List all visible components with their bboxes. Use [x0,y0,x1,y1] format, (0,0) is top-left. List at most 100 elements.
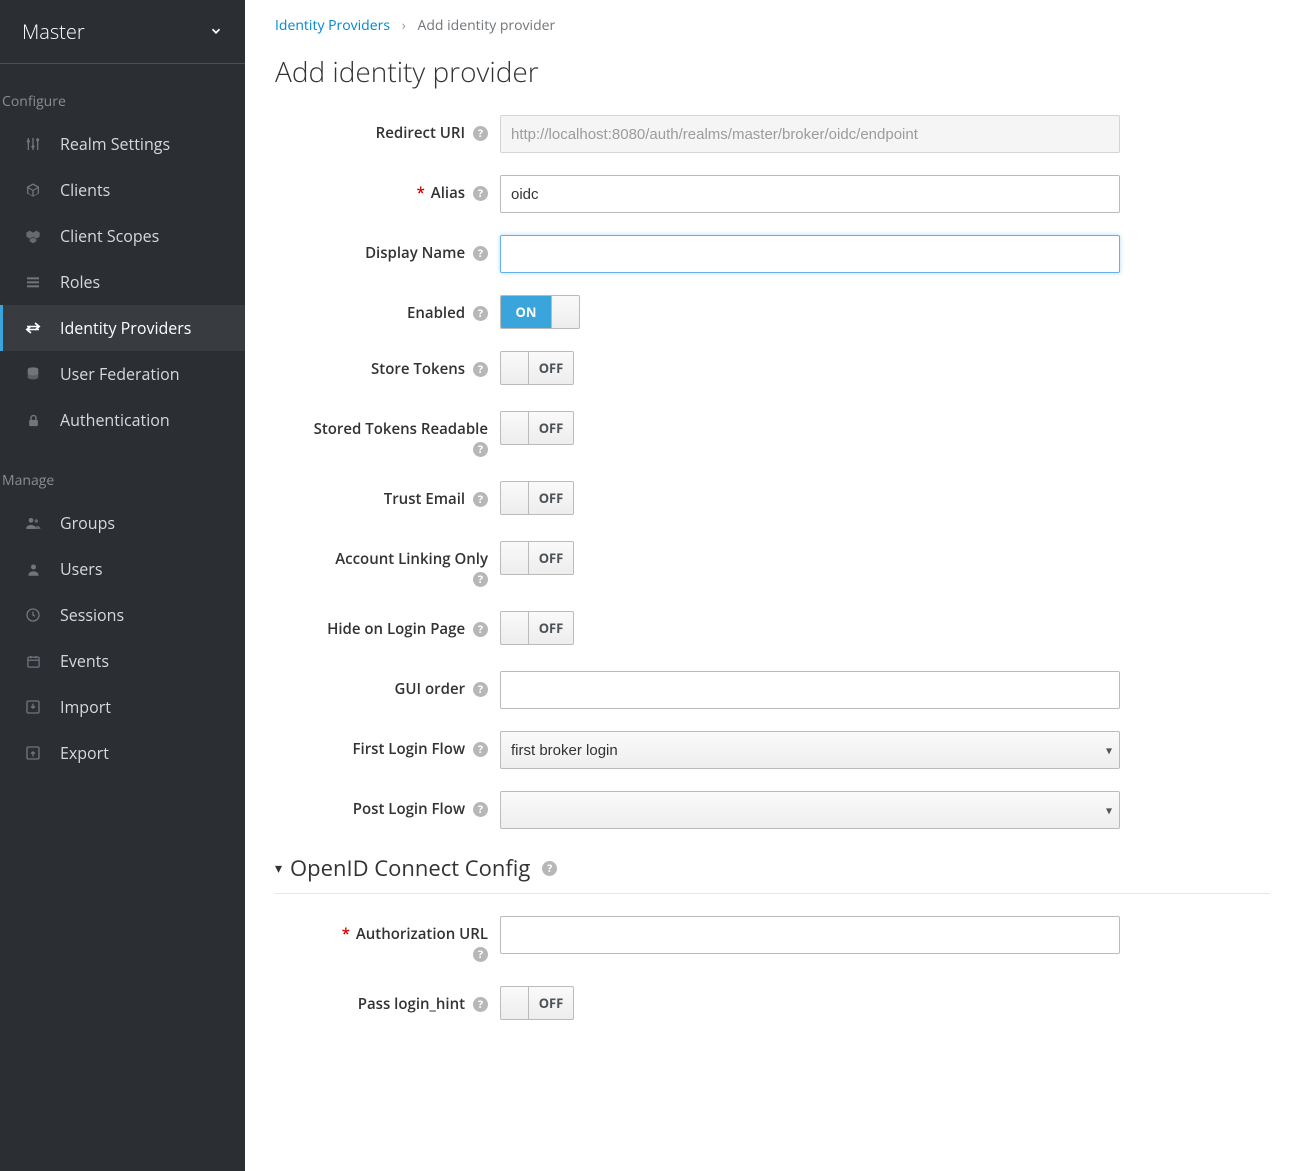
lock-icon [24,411,42,429]
realm-name: Master [22,18,85,45]
authorization-url-input[interactable] [500,916,1120,954]
redirect-uri-input[interactable] [500,115,1120,153]
required-marker: * [417,183,425,203]
sidebar-item-groups[interactable]: Groups [0,500,245,546]
sidebar: Master Configure Realm Settings Clients … [0,0,245,1171]
hide-on-login-page-label: Hide on Login Page [327,619,465,639]
sidebar-item-label: Client Scopes [60,225,159,247]
toggle-off-label: OFF [529,412,573,444]
openid-connect-config-section-toggle[interactable]: ▾ OpenID Connect Config ? [275,853,1270,894]
cubes-icon [24,227,42,245]
sidebar-item-import[interactable]: Import [0,684,245,730]
import-icon [24,698,42,716]
sidebar-item-label: Groups [60,512,115,534]
help-icon[interactable]: ? [473,492,488,507]
trust-email-label: Trust Email [384,489,465,509]
realm-selector[interactable]: Master [0,0,245,64]
sliders-icon [24,135,42,153]
first-login-flow-select[interactable]: first broker login [500,731,1120,769]
breadcrumb: Identity Providers › Add identity provid… [275,12,1270,53]
help-icon[interactable]: ? [473,246,488,261]
account-linking-only-label: Account Linking Only [275,549,488,569]
help-icon[interactable]: ? [473,186,488,201]
sidebar-section-configure: Configure [0,64,245,121]
enabled-toggle[interactable]: ON [500,295,580,329]
hide-on-login-page-toggle[interactable]: OFF [500,611,574,645]
openid-connect-config-title: OpenID Connect Config [290,853,530,883]
toggle-off-label: OFF [529,542,573,574]
stored-tokens-readable-toggle[interactable]: OFF [500,411,574,445]
toggle-off-label: OFF [529,482,573,514]
clock-icon [24,606,42,624]
stored-tokens-readable-label: Stored Tokens Readable [275,419,488,439]
page-title: Add identity provider [275,53,1270,91]
pass-login-hint-toggle[interactable]: OFF [500,986,574,1020]
help-icon[interactable]: ? [473,742,488,757]
database-icon [24,365,42,383]
sidebar-item-users[interactable]: Users [0,546,245,592]
chevron-down-icon [209,21,223,43]
sidebar-item-label: Realm Settings [60,133,170,155]
toggle-on-label: ON [501,296,551,328]
first-login-flow-label: First Login Flow [353,739,466,759]
required-marker: * [342,924,350,944]
pass-login-hint-label: Pass login_hint [358,994,465,1014]
enabled-label: Enabled [407,303,465,323]
alias-input[interactable] [500,175,1120,213]
sidebar-item-label: Roles [60,271,100,293]
sidebar-item-client-scopes[interactable]: Client Scopes [0,213,245,259]
sidebar-item-label: Users [60,558,102,580]
sidebar-item-identity-providers[interactable]: Identity Providers [0,305,245,351]
sidebar-item-events[interactable]: Events [0,638,245,684]
toggle-off-label: OFF [529,987,573,1019]
help-icon[interactable]: ? [473,126,488,141]
sidebar-item-authentication[interactable]: Authentication [0,397,245,443]
help-icon[interactable]: ? [473,362,488,377]
sidebar-item-label: Events [60,650,109,672]
help-icon[interactable]: ? [473,572,488,587]
display-name-label: Display Name [365,243,465,263]
sidebar-item-label: User Federation [60,363,180,385]
sidebar-item-realm-settings[interactable]: Realm Settings [0,121,245,167]
chevron-right-icon: › [402,16,406,35]
export-icon [24,744,42,762]
breadcrumb-root-link[interactable]: Identity Providers [275,16,390,35]
account-linking-only-toggle[interactable]: OFF [500,541,574,575]
help-icon[interactable]: ? [542,861,557,876]
display-name-input[interactable] [500,235,1120,273]
alias-label: Alias [431,183,465,203]
toggle-off-label: OFF [529,612,573,644]
calendar-icon [24,652,42,670]
redirect-uri-label: Redirect URI [376,123,465,143]
trust-email-toggle[interactable]: OFF [500,481,574,515]
store-tokens-toggle[interactable]: OFF [500,351,574,385]
sidebar-item-label: Clients [60,179,110,201]
sidebar-section-manage: Manage [0,443,245,500]
help-icon[interactable]: ? [473,802,488,817]
help-icon[interactable]: ? [473,947,488,962]
authorization-url-label: Authorization URL [356,924,488,944]
group-icon [24,514,42,532]
sidebar-item-sessions[interactable]: Sessions [0,592,245,638]
sidebar-item-label: Import [60,696,111,718]
sidebar-item-roles[interactable]: Roles [0,259,245,305]
breadcrumb-current: Add identity provider [418,16,556,35]
sidebar-item-label: Export [60,742,109,764]
post-login-flow-label: Post Login Flow [353,799,465,819]
help-icon[interactable]: ? [473,997,488,1012]
help-icon[interactable]: ? [473,622,488,637]
sidebar-item-export[interactable]: Export [0,730,245,776]
sidebar-item-label: Authentication [60,409,170,431]
help-icon[interactable]: ? [473,306,488,321]
sidebar-item-clients[interactable]: Clients [0,167,245,213]
post-login-flow-select[interactable] [500,791,1120,829]
gui-order-input[interactable] [500,671,1120,709]
list-icon [24,273,42,291]
cube-icon [24,181,42,199]
gui-order-label: GUI order [395,679,466,699]
help-icon[interactable]: ? [473,682,488,697]
sidebar-item-label: Sessions [60,604,124,626]
help-icon[interactable]: ? [473,442,488,457]
sidebar-item-user-federation[interactable]: User Federation [0,351,245,397]
user-icon [24,560,42,578]
